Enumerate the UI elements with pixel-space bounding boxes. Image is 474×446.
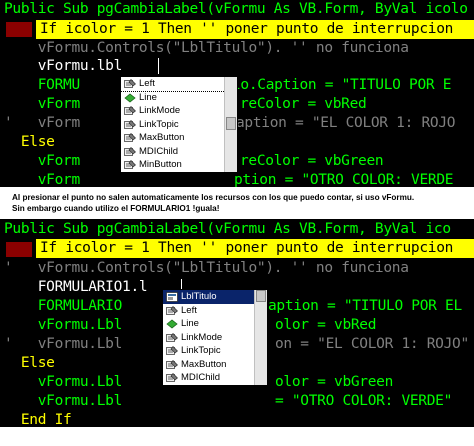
code-line-caption-verde-end: = "OTRO COLOR: VERDE": [275, 393, 453, 409]
code-line-caption-verde-start: vFormu.Lbl: [4, 393, 123, 409]
property-icon: [166, 305, 178, 316]
code-line-caption-end: lo.Caption = "TITULO POR E: [232, 77, 452, 93]
caption-text: Al presionar el punto no salen automatic…: [0, 187, 474, 219]
dropdown-item-linktopic[interactable]: LinkTopic: [121, 118, 237, 132]
code-editor-top[interactable]: Public Sub pgCambiaLabel(vFormu As VB.Fo…: [0, 0, 474, 187]
intellisense-dropdown[interactable]: Left Line LinkMode LinkTopic MaxButton MDIChi…: [120, 76, 238, 173]
code-line-caption-start: FORMU: [4, 77, 80, 93]
property-icon: [124, 119, 136, 130]
code-line-end-if: End If: [4, 412, 72, 427]
caption-line-2: Sin embargo cuando utilizo el FORMULARIO…: [12, 204, 220, 213]
code-line-forecolor-start: vForm: [4, 96, 80, 112]
property-icon: [124, 106, 136, 116]
code-line-else: Else: [4, 355, 55, 371]
property-icon: [124, 160, 136, 170]
code-line-if: If icolor = 1 Then '' poner punto de int…: [40, 240, 454, 256]
scrollbar-thumb[interactable]: [226, 117, 236, 130]
code-editor-bottom[interactable]: Public Sub pgCambiaLabel(vFormu As VB.Fo…: [0, 219, 474, 427]
execution-highlight: If icolor = 1 Then '' poner punto de int…: [36, 20, 474, 39]
code-line-forecolor-green-start: vFormu.Lbl: [4, 374, 123, 390]
code-line-comment-controls: ' vFormu.Controls("LblTitulo"). '' no fu…: [4, 260, 409, 276]
dropdown-item-label: Line: [139, 91, 157, 103]
dropdown-item-linkmode[interactable]: LinkMode: [163, 331, 267, 345]
dropdown-item-maxbutton[interactable]: MaxButton: [163, 358, 267, 372]
dropdown-item-label: MinButton: [139, 159, 182, 170]
dropdown-item-label: MaxButton: [181, 358, 227, 370]
dropdown-item-maxbutton[interactable]: MaxButton: [121, 131, 237, 145]
code-line-forecolor-start: vFormu.Lbl: [4, 317, 123, 333]
dropdown-item-left[interactable]: Left: [163, 304, 267, 318]
dropdown-item-label: LinkMode: [181, 331, 223, 343]
code-line-if: If icolor = 1 Then '' poner punto de int…: [40, 21, 454, 37]
dropdown-item-linkmode[interactable]: LinkMode: [121, 104, 237, 118]
property-icon: [124, 133, 136, 143]
execution-highlight: If icolor = 1 Then '' poner punto de int…: [36, 239, 474, 258]
dropdown-item-label: LinkMode: [139, 105, 181, 116]
breakpoint-marker[interactable]: [6, 22, 32, 37]
dropdown-item-label: LblTitulo: [181, 291, 217, 302]
control-icon: [166, 292, 178, 302]
code-line-forecolor-green-end: olor = vbGreen: [275, 374, 394, 390]
code-line-sub-declaration: Public Sub pgCambiaLabel(vFormu As VB.Fo…: [4, 221, 451, 237]
code-line-sub-declaration: Public Sub pgCambiaLabel(vFormu As VB.Fo…: [4, 1, 468, 17]
method-icon: [124, 92, 136, 103]
dropdown-item-label: Left: [139, 78, 155, 89]
code-line-current-typing[interactable]: vFormu.lbl: [4, 57, 123, 76]
code-line-else: Else: [4, 134, 55, 150]
code-line-comment-caption-start: ' vFormu.Lbl: [4, 336, 123, 352]
code-line-caption-start: FORMULARIO: [4, 298, 123, 314]
text-caret: [158, 58, 159, 74]
dropdown-item-left[interactable]: Left: [120, 76, 238, 92]
code-line-forecolor-green-start: vForm: [4, 153, 80, 169]
dropdown-item-label: MDIChild: [181, 372, 221, 383]
property-icon: [166, 346, 178, 356]
intellisense-dropdown[interactable]: LblTitulo Left Line LinkMode LinkTopic MaxBut…: [162, 289, 268, 386]
scrollbar-thumb[interactable]: [256, 290, 266, 302]
dropdown-scrollbar[interactable]: [224, 77, 237, 172]
breakpoint-marker[interactable]: [6, 242, 32, 257]
dropdown-item-line[interactable]: Line: [121, 91, 237, 105]
property-icon: [166, 332, 178, 343]
code-line-comment-caption-end: on = "EL COLOR 1: ROJO": [275, 336, 469, 352]
dropdown-item-label: LinkTopic: [181, 345, 221, 356]
code-line-caption-verde-start: vForm: [4, 172, 80, 187]
dropdown-item-mdichild[interactable]: MDIChild: [163, 371, 267, 385]
dropdown-item-lbltitulo[interactable]: LblTitulo: [163, 290, 267, 304]
property-icon: [124, 146, 136, 157]
dropdown-item-label: MaxButton: [139, 132, 185, 143]
dropdown-item-label: MDIChild: [139, 145, 179, 157]
code-line-forecolor-end: olor = vbRed: [275, 317, 377, 333]
code-line-comment-controls: vFormu.Controls("LblTitulo"). '' no func…: [4, 40, 409, 56]
method-icon: [166, 319, 178, 329]
code-line-forecolor-green-end: reColor = vbGreen: [240, 153, 384, 169]
caption-line-1: Al presionar el punto no salen automatic…: [12, 193, 415, 202]
dropdown-item-mdichild[interactable]: MDIChild: [121, 145, 237, 159]
code-line-current-typing[interactable]: FORMULARIO1.l: [4, 278, 148, 297]
dropdown-item-label: Line: [181, 318, 199, 329]
dropdown-item-line[interactable]: Line: [163, 317, 267, 331]
code-line-comment-caption-start: ' vForm: [4, 115, 80, 131]
dropdown-item-label: LinkTopic: [139, 118, 179, 130]
dropdown-item-label: Left: [181, 304, 197, 316]
property-icon: [166, 359, 178, 370]
dropdown-scrollbar[interactable]: [254, 290, 267, 385]
code-line-comment-caption-end: aption = "EL COLOR 1: ROJO: [236, 115, 456, 131]
code-line-caption-end: aption = "TITULO POR EL: [268, 298, 462, 314]
dropdown-item-minbutton[interactable]: MinButton: [121, 158, 237, 172]
code-line-caption-verde-end: ption = "OTRO COLOR: VERDE: [234, 172, 454, 187]
dropdown-item-linktopic[interactable]: LinkTopic: [163, 344, 267, 358]
code-line-forecolor-end: reColor = vbRed: [240, 96, 367, 112]
property-icon: [124, 79, 136, 89]
property-icon: [166, 373, 178, 383]
